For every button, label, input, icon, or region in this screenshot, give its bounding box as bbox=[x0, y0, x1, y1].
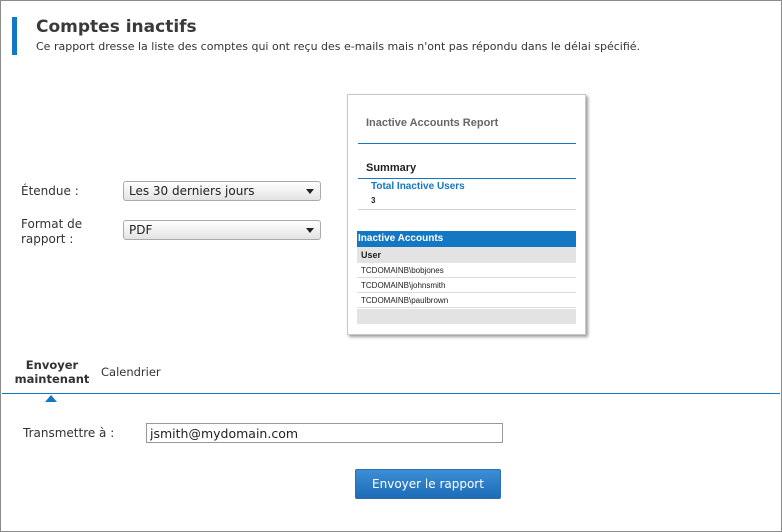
preview-total-label: Total Inactive Users bbox=[371, 181, 465, 192]
page-subtitle: Ce rapport dresse la liste des comptes q… bbox=[36, 40, 641, 53]
preview-divider bbox=[358, 209, 576, 210]
preview-divider bbox=[358, 143, 576, 144]
recipient-email-input[interactable] bbox=[146, 423, 503, 443]
format-label-line2: rapport : bbox=[21, 232, 74, 246]
send-report-button[interactable]: Envoyer le rapport bbox=[355, 469, 501, 499]
scope-label: Étendue : bbox=[21, 184, 79, 198]
scope-select-value: Les 30 derniers jours bbox=[129, 184, 255, 198]
preview-title: Inactive Accounts Report bbox=[366, 117, 499, 129]
format-select-value: PDF bbox=[129, 223, 153, 237]
format-select[interactable]: PDF bbox=[123, 220, 321, 240]
preview-footer-bar bbox=[357, 309, 576, 324]
tabs-divider bbox=[2, 393, 780, 394]
format-label-line1: Format de bbox=[21, 217, 83, 231]
tab-send-now-line1: Envoyer bbox=[25, 358, 79, 372]
preview-summary-heading: Summary bbox=[366, 162, 417, 174]
scope-select[interactable]: Les 30 derniers jours bbox=[123, 181, 321, 201]
recipient-label: Transmettre à : bbox=[23, 426, 115, 440]
report-preview: Inactive Accounts Report Summary Total I… bbox=[347, 94, 586, 335]
preview-column-header: User bbox=[357, 247, 576, 263]
preview-total-value: 3 bbox=[371, 196, 376, 205]
preview-divider bbox=[358, 178, 576, 179]
preview-table-row: TCDOMAINB\johnsmith bbox=[357, 278, 576, 293]
chevron-down-icon bbox=[306, 228, 314, 233]
preview-table-row: TCDOMAINB\paulbrown bbox=[357, 293, 576, 308]
preview-table-row: TCDOMAINB\bobjones bbox=[357, 263, 576, 278]
tab-schedule[interactable]: Calendrier bbox=[101, 365, 161, 379]
page-title: Comptes inactifs bbox=[36, 17, 197, 37]
preview-section-heading: Inactive Accounts bbox=[357, 231, 576, 247]
tab-send-now-line2: maintenant bbox=[14, 372, 90, 386]
active-tab-pointer-icon bbox=[45, 395, 57, 402]
format-label: Format de rapport : bbox=[21, 217, 82, 247]
chevron-down-icon bbox=[306, 189, 314, 194]
tab-send-now[interactable]: Envoyer maintenant bbox=[14, 358, 90, 386]
header-accent-bar bbox=[12, 17, 17, 55]
